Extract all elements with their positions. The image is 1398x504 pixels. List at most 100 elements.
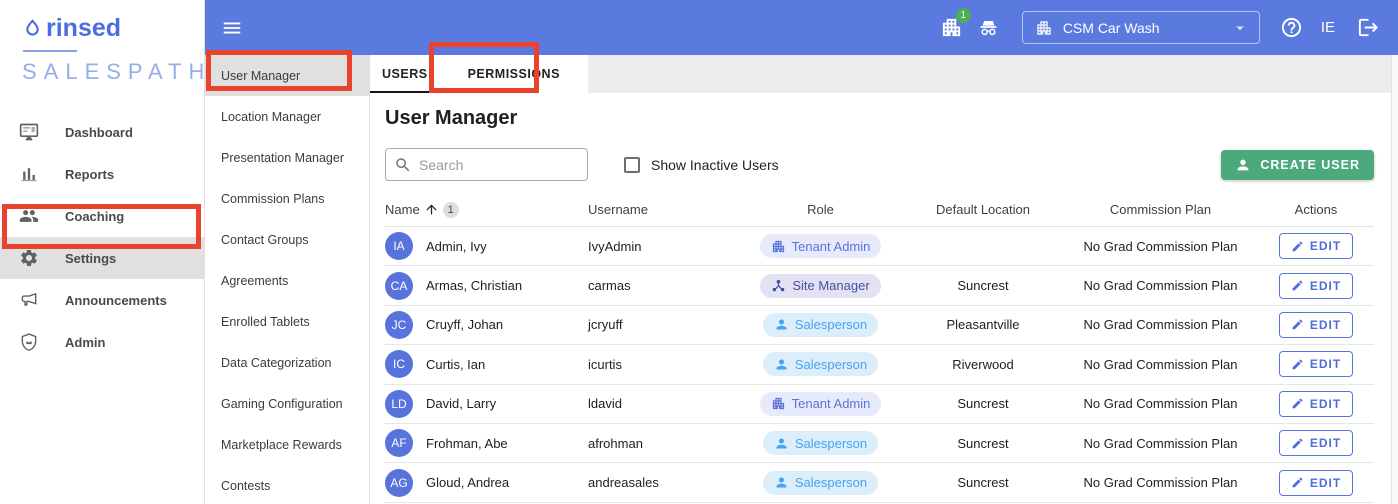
submenu-item-enrolled-tablets[interactable]: Enrolled Tablets xyxy=(205,301,369,342)
app-window: rinsed SALESPATH Dashboard Reports Coach… xyxy=(0,0,1398,504)
search-input[interactable] xyxy=(419,156,579,173)
plan-cell: No Grad Commission Plan xyxy=(1083,475,1238,491)
submenu-item-contests[interactable]: Contests xyxy=(205,465,369,504)
edit-button[interactable]: EDIT xyxy=(1279,469,1353,496)
create-user-button[interactable]: CREATE USER xyxy=(1221,149,1374,180)
role-chip: Salesperson xyxy=(762,352,879,377)
sidebar-item-announcements[interactable]: Announcements xyxy=(0,279,204,321)
topbar: 1 CSM Car Wash IE xyxy=(205,0,1398,55)
edit-button[interactable]: EDIT xyxy=(1279,390,1353,417)
sidebar-item-dashboard[interactable]: Dashboard xyxy=(0,111,204,153)
sidebar-item-label: Reports xyxy=(65,166,115,182)
submenu-item-label: Marketplace Rewards xyxy=(221,437,342,452)
submenu-item-user-manager[interactable]: User Manager xyxy=(205,55,369,96)
tenant-building-button[interactable]: 1 xyxy=(940,8,971,39)
role-label: Salesperson xyxy=(794,356,868,372)
notification-badge: 1 xyxy=(955,8,971,23)
plan-cell: No Grad Commission Plan xyxy=(1083,435,1238,451)
scrollbar[interactable] xyxy=(1391,55,1398,504)
logout-icon xyxy=(1357,16,1380,39)
role-label: Tenant Admin xyxy=(791,396,871,412)
submenu-item-contact-groups[interactable]: Contact Groups xyxy=(205,219,369,260)
role-chip: Tenant Admin xyxy=(759,391,882,416)
column-header-name[interactable]: Name 1 xyxy=(385,201,588,218)
role-cell: Salesperson xyxy=(738,352,903,377)
table-row: AG Gloud, Andrea andreasales Salesperson… xyxy=(385,463,1374,503)
avatar: IA xyxy=(385,232,413,261)
edit-button[interactable]: EDIT xyxy=(1279,351,1353,378)
sidebar-item-coaching[interactable]: Coaching xyxy=(0,195,204,237)
help-button[interactable] xyxy=(1280,16,1303,39)
submenu-item-location-manager[interactable]: Location Manager xyxy=(205,96,369,137)
show-inactive-checkbox[interactable] xyxy=(624,156,640,173)
username-cell: andreasales xyxy=(588,475,659,491)
column-header-plan[interactable]: Commission Plan xyxy=(1063,202,1258,217)
sidebar-item-label: Coaching xyxy=(65,208,125,224)
tab-permissions[interactable]: PERMISSIONS xyxy=(456,55,572,93)
submenu-item-gaming-configuration[interactable]: Gaming Configuration xyxy=(205,383,369,424)
edit-button[interactable]: EDIT xyxy=(1279,430,1353,457)
role-chip: Site Manager xyxy=(760,273,881,298)
location-cell: Suncrest xyxy=(957,435,1009,451)
person-icon xyxy=(1235,157,1251,173)
sidebar-item-settings[interactable]: Settings xyxy=(0,237,204,279)
column-header-location[interactable]: Default Location xyxy=(903,202,1063,217)
edit-button[interactable]: EDIT xyxy=(1279,272,1353,299)
submenu-item-agreements[interactable]: Agreements xyxy=(205,260,369,301)
username-cell: IvyAdmin xyxy=(588,238,642,254)
edit-button[interactable]: EDIT xyxy=(1279,233,1353,260)
submenu-item-commission-plans[interactable]: Commission Plans xyxy=(205,178,369,219)
settings-icon xyxy=(19,248,39,268)
edit-button-label: EDIT xyxy=(1309,475,1342,490)
avatar: LD xyxy=(385,389,413,418)
role-icon xyxy=(771,278,786,293)
column-header-username[interactable]: Username xyxy=(588,202,738,217)
page-content: User Manager Show Inactive Users CREATE … xyxy=(370,93,1398,503)
menu-icon[interactable] xyxy=(221,17,243,39)
submenu-item-label: Commission Plans xyxy=(221,191,325,206)
user-name: Frohman, Abe xyxy=(426,435,508,451)
submenu-item-data-categorization[interactable]: Data Categorization xyxy=(205,342,369,383)
user-initials[interactable]: IE xyxy=(1321,19,1335,36)
sidebar-item-admin[interactable]: Admin xyxy=(0,321,204,363)
name-cell: JC Cruyff, Johan xyxy=(385,310,588,339)
tenant-selector[interactable]: CSM Car Wash xyxy=(1021,11,1260,44)
role-icon xyxy=(774,475,789,490)
sidebar-item-reports[interactable]: Reports xyxy=(0,153,204,195)
role-cell: Salesperson xyxy=(738,470,903,495)
show-inactive-toggle[interactable]: Show Inactive Users xyxy=(624,156,779,173)
name-cell: IA Admin, Ivy xyxy=(385,232,588,261)
table-row: JC Cruyff, Johan jcryuff Salesperson Ple… xyxy=(385,306,1374,346)
column-header-role[interactable]: Role xyxy=(738,202,903,217)
edit-button[interactable]: EDIT xyxy=(1279,311,1353,338)
name-cell: AF Frohman, Abe xyxy=(385,429,588,458)
plan-cell: No Grad Commission Plan xyxy=(1083,356,1238,372)
pencil-icon xyxy=(1291,437,1304,450)
incognito-icon xyxy=(977,16,1000,39)
table-row: AF Frohman, Abe afrohman Salesperson Sun… xyxy=(385,424,1374,464)
submenu-item-label: Presentation Manager xyxy=(221,150,344,165)
location-cell: Suncrest xyxy=(957,396,1009,412)
role-icon xyxy=(771,396,786,411)
tab-users[interactable]: USERS xyxy=(370,55,440,93)
help-icon xyxy=(1280,16,1303,39)
brand-underline xyxy=(23,50,77,52)
user-name: Admin, Ivy xyxy=(426,238,487,254)
sidebar-item-label: Announcements xyxy=(65,292,167,308)
edit-button-label: EDIT xyxy=(1309,436,1342,451)
logout-button[interactable] xyxy=(1357,16,1380,39)
role-cell: Site Manager xyxy=(738,273,903,298)
role-label: Site Manager xyxy=(792,278,870,294)
submenu-item-label: Data Categorization xyxy=(221,355,332,370)
building-icon xyxy=(1035,19,1053,37)
role-cell: Tenant Admin xyxy=(738,234,903,259)
submenu-item-presentation-manager[interactable]: Presentation Manager xyxy=(205,137,369,178)
actions-cell: EDIT xyxy=(1258,272,1374,299)
location-cell: Riverwood xyxy=(952,356,1014,372)
page-title: User Manager xyxy=(385,107,518,129)
edit-button-label: EDIT xyxy=(1309,278,1342,293)
sidebar: rinsed SALESPATH Dashboard Reports Coach… xyxy=(0,0,205,504)
edit-button-label: EDIT xyxy=(1309,396,1342,411)
submenu-item-marketplace-rewards[interactable]: Marketplace Rewards xyxy=(205,424,369,465)
impersonate-button[interactable] xyxy=(977,16,1000,39)
